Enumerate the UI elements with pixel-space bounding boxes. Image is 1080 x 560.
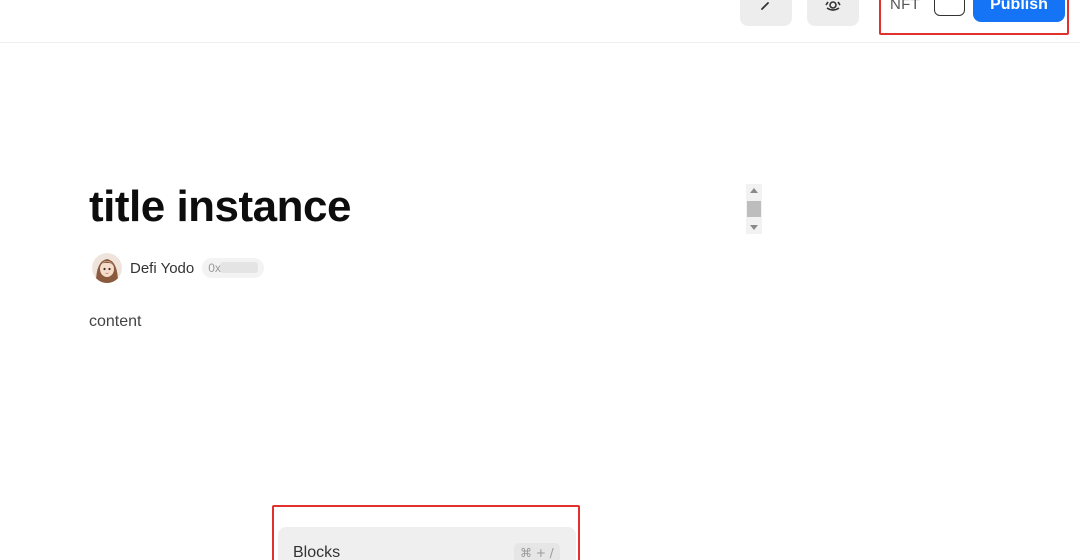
author-name[interactable]: Defi Yodo (130, 260, 194, 277)
editor-toolbar: NFT Publish (0, 0, 1080, 43)
blocks-menu-item[interactable]: Blocks ⌘ + / (278, 527, 576, 560)
publish-button[interactable]: Publish (973, 0, 1065, 22)
scroll-up-arrow-icon[interactable] (750, 188, 758, 193)
scroll-down-arrow-icon[interactable] (750, 225, 758, 230)
avatar[interactable] (92, 253, 122, 283)
wallet-address-redacted (220, 262, 259, 273)
chevron-left-icon (758, 1, 774, 17)
block-menu: Blocks ⌘ + / (272, 505, 580, 560)
blocks-label: Blocks (293, 544, 341, 560)
nft-label: NFT (890, 0, 921, 13)
keyboard-shortcut-badge: ⌘ + / (514, 543, 560, 560)
nft-toggle[interactable] (934, 0, 965, 16)
publish-controls: NFT Publish (879, 0, 1069, 35)
settings-button[interactable] (807, 0, 859, 26)
scrollbar-thumb[interactable] (747, 201, 761, 217)
post-title[interactable]: title instance (89, 182, 351, 232)
gear-icon (823, 0, 843, 19)
scrollbar[interactable] (746, 184, 762, 234)
back-button[interactable] (740, 0, 792, 26)
wallet-address-badge[interactable]: 0x (202, 258, 265, 278)
post-content[interactable]: content (89, 313, 141, 331)
wallet-address-prefix: 0x (208, 261, 221, 275)
author-row: Defi Yodo 0x (92, 253, 265, 283)
